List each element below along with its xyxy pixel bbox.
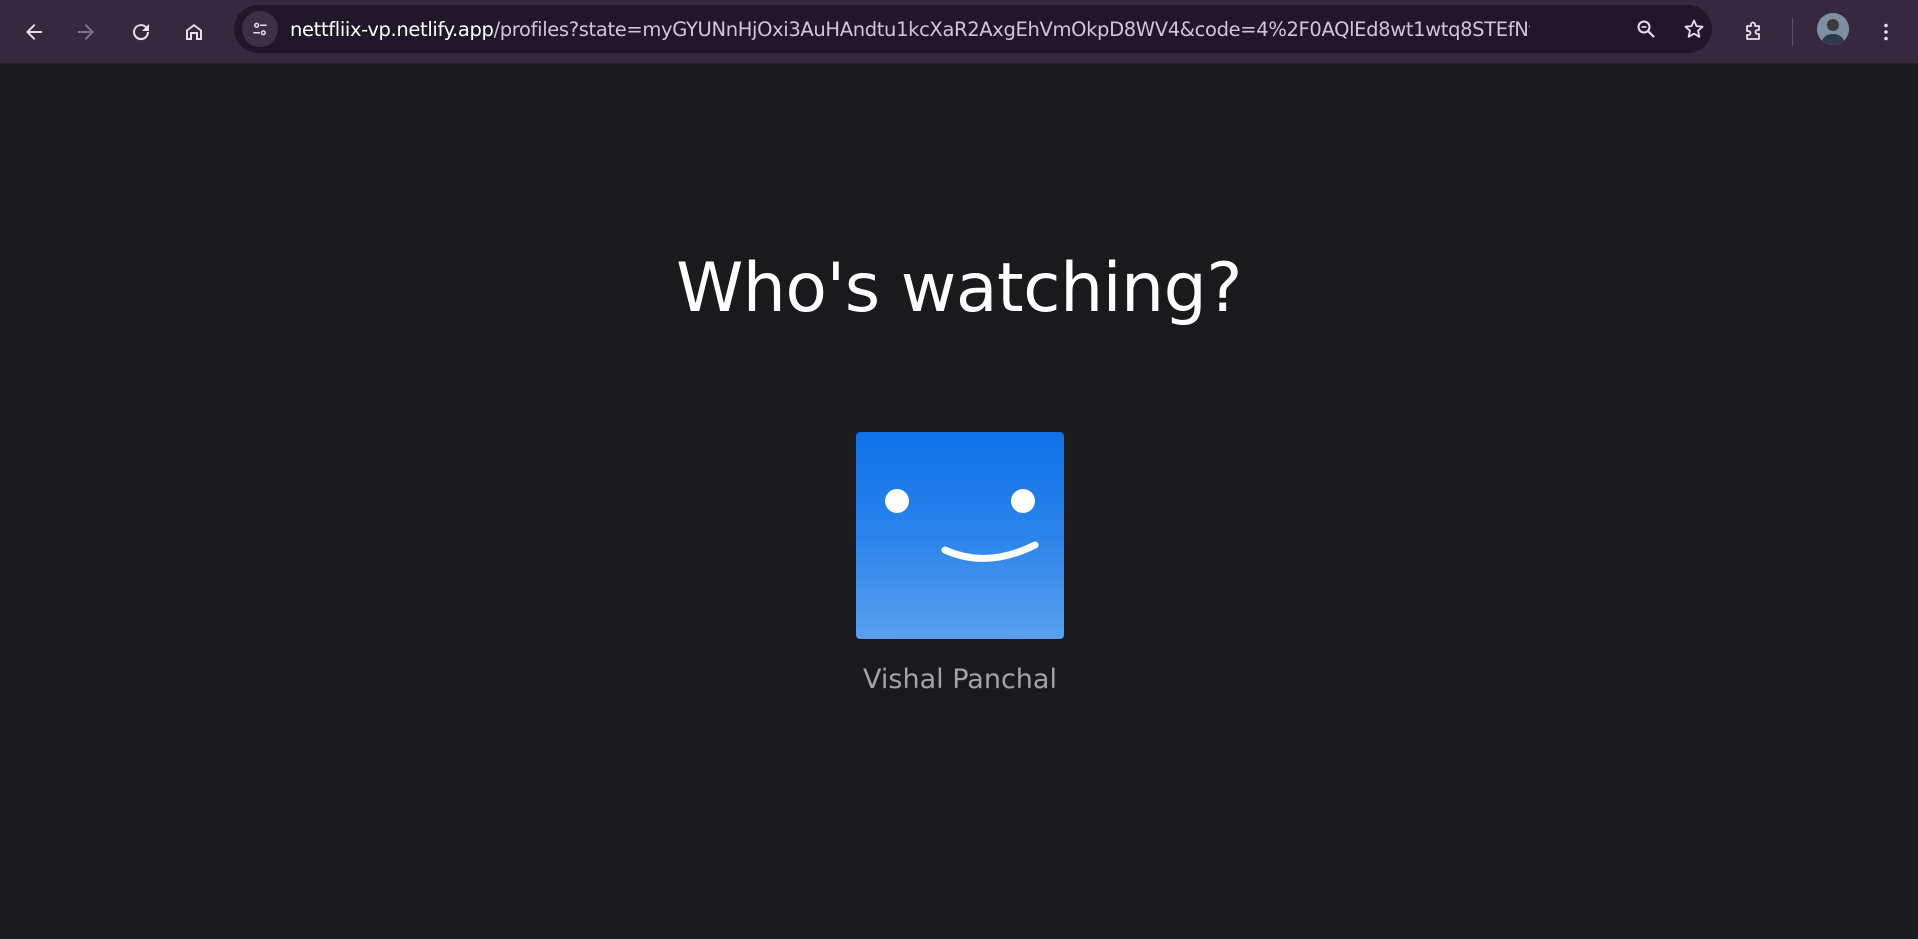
browser-toolbar: nettfliix-vp.netlify.app/profiles?state=…	[0, 0, 1918, 64]
extensions-button[interactable]	[1731, 10, 1775, 54]
url-path: /profiles?state=myGYUNnHjOxi3AuHAndtu1kc…	[493, 18, 1530, 41]
browser-menu-button[interactable]	[1864, 10, 1908, 54]
url-text[interactable]: nettfliix-vp.netlify.app/profiles?state=…	[290, 18, 1530, 42]
forward-arrow-icon	[78, 24, 94, 40]
tune-icon	[253, 22, 267, 36]
reload-icon	[133, 24, 150, 41]
smiley-face-icon	[885, 489, 1039, 562]
back-button[interactable]	[12, 10, 56, 54]
reload-button[interactable]	[119, 10, 163, 54]
toolbar-divider	[1792, 18, 1793, 46]
zoom-button[interactable]	[1628, 11, 1664, 47]
address-bar[interactable]: nettfliix-vp.netlify.app/profiles?state=…	[234, 5, 1712, 53]
zoom-icon	[1637, 20, 1655, 38]
puzzle-icon	[1746, 21, 1760, 40]
home-icon	[186, 24, 202, 40]
user-avatar-icon	[1817, 13, 1849, 45]
star-icon	[1684, 19, 1704, 38]
site-info-button[interactable]	[242, 11, 278, 47]
kebab-menu-icon	[1884, 23, 1888, 41]
url-host: nettfliix-vp.netlify.app	[290, 18, 494, 41]
forward-button[interactable]	[64, 10, 108, 54]
browser-profile-avatar[interactable]	[1817, 13, 1849, 45]
profile-avatar-button[interactable]	[856, 432, 1064, 639]
profile-name[interactable]: Vishal Panchal	[760, 663, 1160, 697]
home-button[interactable]	[172, 10, 216, 54]
bookmark-button[interactable]	[1676, 11, 1712, 47]
page-title: Who's watching?	[676, 249, 1242, 328]
back-arrow-icon	[26, 24, 42, 40]
